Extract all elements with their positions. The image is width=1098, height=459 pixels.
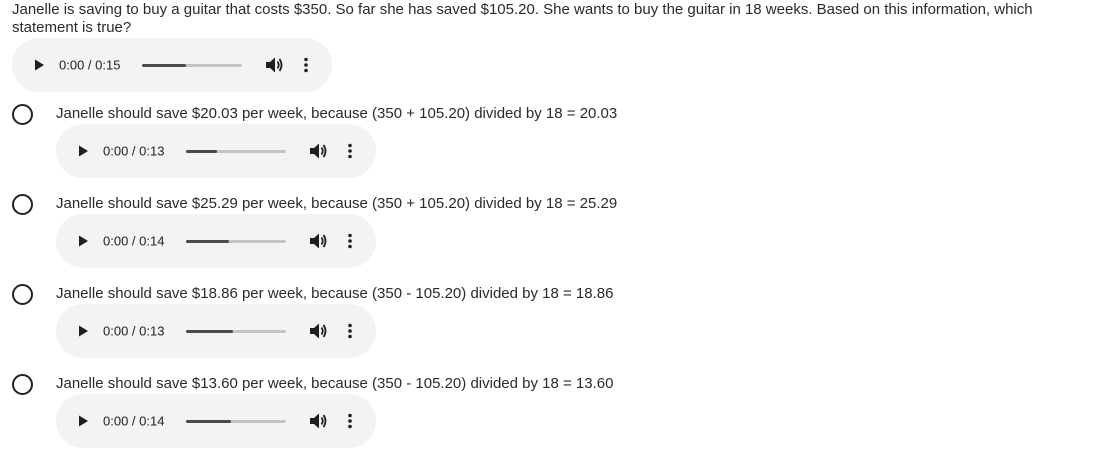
- play-icon[interactable]: [76, 234, 90, 248]
- option-radio-4[interactable]: [12, 374, 33, 395]
- option-label-4: Janelle should save $13.60 per week, bec…: [56, 375, 614, 392]
- play-icon[interactable]: [32, 58, 46, 72]
- audio-progress-fill: [186, 419, 231, 423]
- audio-progress-fill: [186, 239, 229, 243]
- volume-icon[interactable]: [308, 322, 328, 340]
- audio-progress-fill: [186, 329, 233, 333]
- audio-progress-track[interactable]: [186, 239, 286, 243]
- option-audio-player-2: 0:00 / 0:14: [56, 214, 376, 268]
- volume-icon[interactable]: [264, 56, 284, 74]
- option-audio-player-1: 0:00 / 0:13: [56, 124, 376, 178]
- audio-time: 0:00 / 0:13: [103, 143, 165, 159]
- option-label-2: Janelle should save $25.29 per week, bec…: [56, 195, 618, 212]
- audio-time: 0:00 / 0:14: [103, 233, 165, 249]
- option-audio-player-3: 0:00 / 0:13: [56, 304, 376, 358]
- more-vertical-icon[interactable]: [344, 232, 356, 250]
- audio-time: 0:00 / 0:13: [103, 323, 165, 339]
- volume-icon[interactable]: [308, 412, 328, 430]
- audio-progress-track[interactable]: [142, 63, 242, 67]
- option-radio-2[interactable]: [12, 194, 33, 215]
- play-icon[interactable]: [76, 324, 90, 338]
- option-radio-1[interactable]: [12, 104, 33, 125]
- audio-progress-track[interactable]: [186, 419, 286, 423]
- volume-icon[interactable]: [308, 142, 328, 160]
- option-label-3: Janelle should save $18.86 per week, bec…: [56, 285, 614, 302]
- more-vertical-icon[interactable]: [344, 412, 356, 430]
- audio-progress-fill: [142, 63, 186, 67]
- play-icon[interactable]: [76, 414, 90, 428]
- volume-icon[interactable]: [308, 232, 328, 250]
- more-vertical-icon[interactable]: [300, 56, 312, 74]
- play-icon[interactable]: [76, 144, 90, 158]
- question-text: Janelle is saving to buy a guitar that c…: [12, 1, 1033, 36]
- audio-progress-fill: [186, 149, 217, 153]
- audio-progress-track[interactable]: [186, 329, 286, 333]
- audio-progress-track[interactable]: [186, 149, 286, 153]
- more-vertical-icon[interactable]: [344, 142, 356, 160]
- audio-time: 0:00 / 0:15: [59, 57, 121, 73]
- option-label-1: Janelle should save $20.03 per week, bec…: [56, 105, 618, 122]
- question-audio-player: 0:00 / 0:15: [12, 38, 332, 92]
- option-audio-player-4: 0:00 / 0:14: [56, 394, 376, 448]
- more-vertical-icon[interactable]: [344, 322, 356, 340]
- option-radio-3[interactable]: [12, 284, 33, 305]
- audio-time: 0:00 / 0:14: [103, 413, 165, 429]
